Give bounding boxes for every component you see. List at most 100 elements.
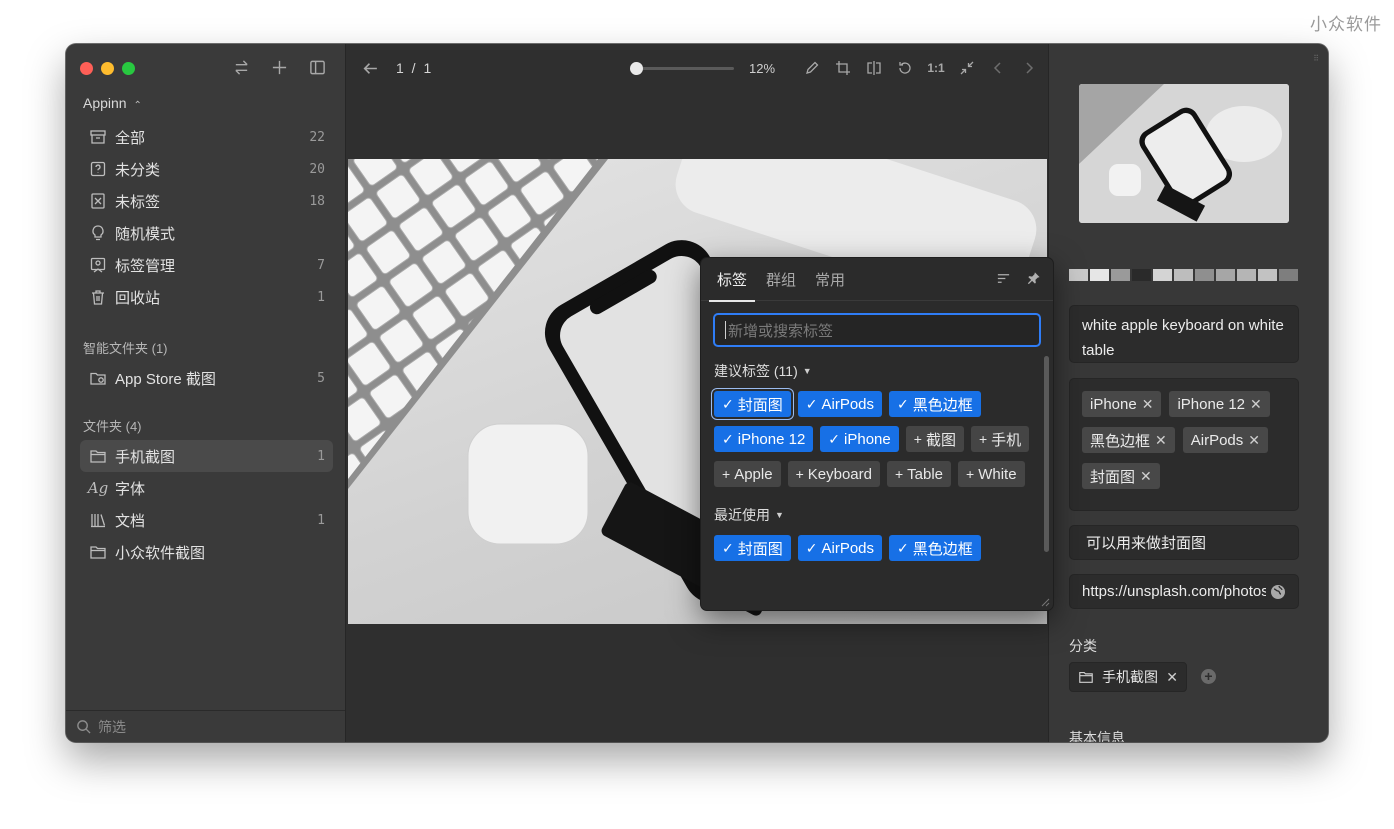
- suggested-tags-header[interactable]: 建议标签 (11) ▼: [714, 361, 1053, 381]
- category-chip[interactable]: 手机截图 ✕: [1069, 662, 1187, 692]
- folders-header[interactable]: 文件夹 (4): [83, 416, 142, 435]
- remove-tag-icon[interactable]: ✕: [1155, 432, 1167, 449]
- chevron-right-icon[interactable]: [1018, 58, 1040, 78]
- close-window-button[interactable]: [80, 62, 93, 75]
- sidebar-item-fonts[interactable]: Ag 字体: [80, 472, 333, 504]
- url-field[interactable]: https://unsplash.com/photos/: [1069, 574, 1299, 609]
- color-palette[interactable]: [1069, 269, 1298, 281]
- sidebar-item-random[interactable]: 随机模式: [80, 217, 333, 249]
- tag-label: AirPods: [821, 395, 875, 413]
- tags-field[interactable]: iPhone ✕ iPhone 12 ✕ 黑色边框 ✕ AirPods ✕ 封面图 ✕: [1069, 378, 1299, 511]
- zoom-slider[interactable]: [630, 62, 734, 75]
- tag-chip[interactable]: 封面图 ✕: [1082, 463, 1160, 489]
- question-box-icon: [88, 159, 108, 179]
- selected-tag-chip[interactable]: ✓ iPhone 12: [714, 426, 814, 452]
- crop-icon[interactable]: [832, 58, 854, 78]
- color-swatch[interactable]: [1216, 269, 1235, 281]
- color-swatch[interactable]: [1195, 269, 1214, 281]
- sidebar-item-trash[interactable]: 回收站 1: [80, 281, 333, 313]
- tag-search-input[interactable]: 新增或搜索标签: [713, 313, 1041, 347]
- color-swatch[interactable]: [1090, 269, 1109, 281]
- remove-tag-icon[interactable]: ✕: [1250, 396, 1262, 413]
- rotate-icon[interactable]: [894, 58, 916, 78]
- add-category-icon[interactable]: +: [1201, 669, 1216, 684]
- color-swatch[interactable]: [1069, 269, 1088, 281]
- suggested-tag-chip[interactable]: + Table: [886, 461, 952, 487]
- note-field[interactable]: 可以用来做封面图: [1069, 525, 1299, 560]
- tag-chip[interactable]: iPhone 12 ✕: [1169, 391, 1270, 417]
- library-list: 全部 22 未分类 20 未标签 18 随机模式 标签管理 7 回收站 1: [80, 121, 333, 313]
- color-swatch[interactable]: [1153, 269, 1172, 281]
- back-arrow-icon[interactable]: [360, 58, 380, 78]
- zoom-window-button[interactable]: [122, 62, 135, 75]
- color-swatch[interactable]: [1174, 269, 1193, 281]
- pencil-icon[interactable]: [801, 58, 823, 78]
- remove-tag-icon[interactable]: ✕: [1140, 468, 1152, 485]
- remove-category-icon[interactable]: ✕: [1166, 669, 1178, 686]
- sidebar-item-untagged[interactable]: 未标签 18: [80, 185, 333, 217]
- sort-icon[interactable]: [996, 271, 1011, 290]
- selected-tag-chip[interactable]: ✓ 封面图: [714, 535, 791, 561]
- minimize-window-button[interactable]: [101, 62, 114, 75]
- add-icon[interactable]: [269, 57, 289, 77]
- tab-groups[interactable]: 群组: [766, 269, 796, 290]
- color-swatch[interactable]: [1111, 269, 1130, 281]
- sidebar-item-all[interactable]: 全部 22: [80, 121, 333, 153]
- sidebar-item-app-store[interactable]: App Store 截图 5: [80, 362, 333, 394]
- popover-scrollbar[interactable]: [1044, 356, 1049, 552]
- selected-tag-chip[interactable]: ✓ 封面图: [714, 391, 791, 417]
- tag-chip[interactable]: 黑色边框 ✕: [1082, 427, 1175, 453]
- remove-tag-icon[interactable]: ✕: [1142, 396, 1154, 413]
- suggested-tag-chip[interactable]: + Apple: [714, 461, 781, 487]
- tag-chip[interactable]: iPhone ✕: [1082, 391, 1162, 417]
- sidebar-item-documents[interactable]: 文档 1: [80, 504, 333, 536]
- chevron-left-icon[interactable]: [987, 58, 1009, 78]
- tag-label: Apple: [734, 465, 773, 483]
- selected-tag-chip[interactable]: ✓ AirPods: [797, 535, 883, 561]
- tab-frequent[interactable]: 常用: [815, 269, 845, 290]
- tag-label: 截图: [925, 431, 956, 449]
- sidebar-toggle-icon[interactable]: [307, 57, 327, 77]
- color-swatch[interactable]: [1258, 269, 1277, 281]
- flip-icon[interactable]: [863, 58, 885, 78]
- remove-tag-icon[interactable]: ✕: [1248, 432, 1260, 449]
- sidebar-item-phone-screenshots[interactable]: 手机截图 1: [80, 440, 333, 472]
- smart-folders-header[interactable]: 智能文件夹 (1): [83, 338, 168, 357]
- selected-tag-chip[interactable]: ✓ iPhone: [820, 426, 899, 452]
- smart-folder-list: App Store 截图 5: [80, 362, 333, 394]
- sidebar: Appinn ⌃ 全部 22 未分类 20 未标签 18 随机模式 标签管理 7…: [66, 44, 346, 742]
- category-label: 分类: [1069, 638, 1097, 654]
- tab-tags[interactable]: 标签: [708, 269, 756, 302]
- sidebar-item-label: 标签管理: [115, 257, 176, 275]
- tag-chip[interactable]: AirPods ✕: [1182, 427, 1269, 453]
- thumbnail[interactable]: [1079, 84, 1289, 223]
- library-switcher[interactable]: Appinn ⌃: [83, 95, 142, 111]
- swap-icon[interactable]: [231, 57, 251, 77]
- library-name: Appinn: [83, 95, 127, 111]
- recent-tags-header[interactable]: 最近使用 ▼: [714, 505, 1053, 525]
- title-field[interactable]: white apple keyboard on white table: [1069, 305, 1299, 363]
- sidebar-item-tag-manager[interactable]: 标签管理 7: [80, 249, 333, 281]
- color-swatch[interactable]: [1279, 269, 1298, 281]
- selected-tag-chip[interactable]: ✓ AirPods: [797, 391, 883, 417]
- resize-grip-icon[interactable]: ⠿: [1313, 54, 1319, 63]
- selected-tag-chip[interactable]: ✓ 黑色边框: [889, 535, 981, 561]
- resize-handle-icon[interactable]: [1041, 598, 1050, 607]
- suggested-tag-chip[interactable]: + Keyboard: [787, 461, 880, 487]
- collapse-icon[interactable]: [956, 58, 978, 78]
- selected-tag-chip[interactable]: ✓ 黑色边框: [889, 391, 981, 417]
- color-swatch[interactable]: [1132, 269, 1151, 281]
- plus-icon: +: [913, 431, 922, 447]
- suggested-tag-chip[interactable]: + 截图: [905, 426, 964, 452]
- zoom-slider-knob[interactable]: [630, 62, 643, 75]
- suggested-tag-chip[interactable]: + White: [958, 461, 1025, 487]
- color-swatch[interactable]: [1237, 269, 1256, 281]
- globe-icon[interactable]: [1270, 584, 1286, 600]
- suggested-tag-chip[interactable]: + 手机: [970, 426, 1030, 452]
- sidebar-item-appinn-screenshots[interactable]: 小众软件截图: [80, 536, 333, 568]
- sidebar-item-uncategorized[interactable]: 未分类 20: [80, 153, 333, 185]
- actual-size-icon[interactable]: 1:1: [925, 58, 947, 78]
- pin-icon[interactable]: [1026, 271, 1041, 290]
- filter-input[interactable]: 筛选: [66, 710, 345, 742]
- plus-icon: +: [966, 466, 975, 482]
